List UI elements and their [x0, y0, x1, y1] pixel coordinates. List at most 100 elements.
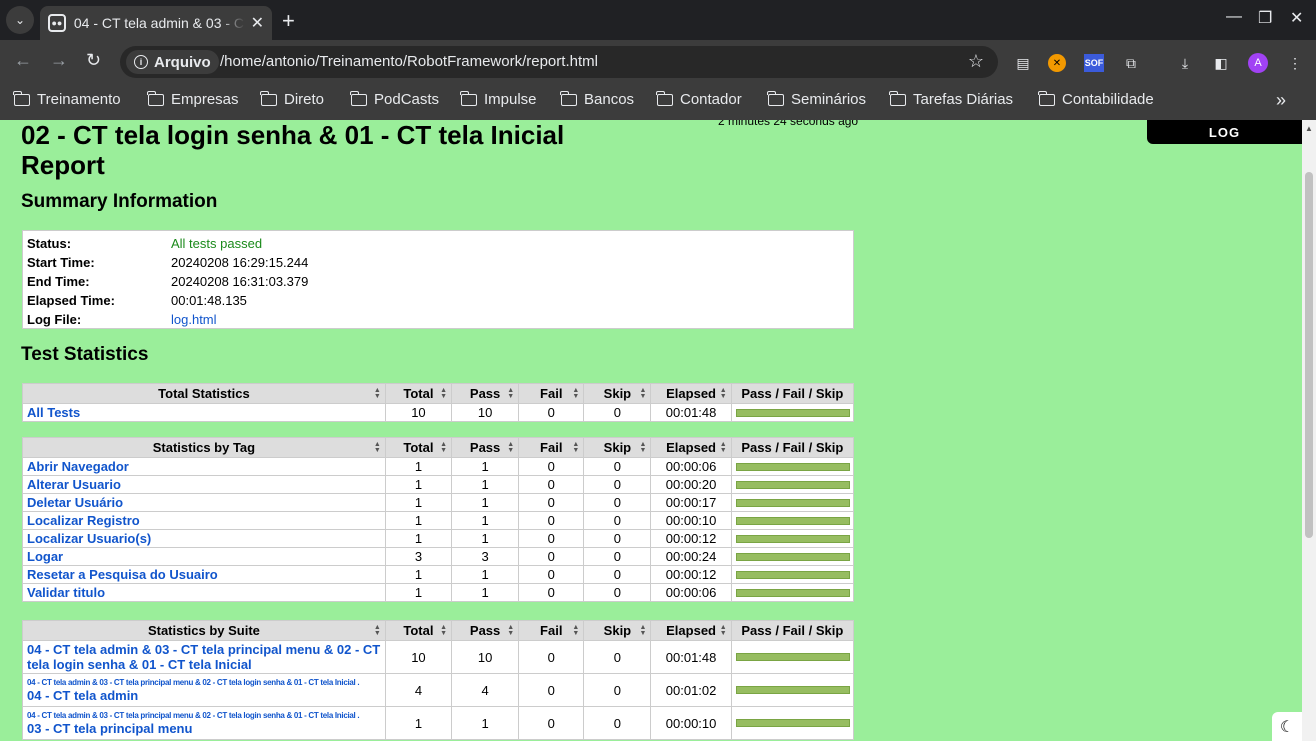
back-icon[interactable]: ← [14, 50, 32, 71]
parent-suite-link[interactable]: 04 - CT tela admin & 03 - CT tela princi… [27, 678, 381, 688]
pass-cell: 1 [451, 475, 520, 494]
close-tab-icon[interactable]: ✕ [251, 13, 264, 33]
start-time-value: 20240208 16:29:15.244 [171, 255, 309, 270]
bookmark-star-icon[interactable]: ☆ [968, 51, 984, 72]
menu-kebab-icon[interactable]: ⋮ [1284, 52, 1306, 74]
pass-bar [735, 719, 850, 727]
bookmark-folder[interactable]: Direto [260, 90, 324, 108]
pass-bar [735, 480, 850, 489]
bookmark-folder[interactable]: Seminários [767, 90, 866, 108]
column-header[interactable]: Pass ▲ ▼ [451, 383, 520, 404]
column-header[interactable]: Fail ▲ ▼ [518, 383, 585, 404]
window-close-icon[interactable]: ✕ [1290, 8, 1303, 28]
column-header-name[interactable]: Total Statistics ▲ ▼ [22, 383, 386, 404]
column-header-name[interactable]: Statistics by Suite ▲ ▼ [22, 620, 386, 641]
header-label: Total Statistics [158, 386, 250, 401]
row-name-link[interactable]: Validar titulo [27, 585, 105, 600]
bookmark-folder[interactable]: Contabilidade [1038, 90, 1154, 108]
column-header[interactable]: Skip ▲ ▼ [583, 437, 652, 458]
bookmark-folder[interactable]: Contador [656, 90, 742, 108]
row-name-cell: 04 - CT tela admin & 03 - CT tela princi… [22, 640, 386, 674]
bookmark-folder[interactable]: Impulse [460, 90, 537, 108]
side-panel-icon[interactable]: ◧ [1210, 52, 1232, 74]
restore-icon[interactable]: ❐ [1258, 8, 1272, 28]
profile-avatar[interactable]: A [1248, 53, 1268, 73]
column-header[interactable]: Fail ▲ ▼ [518, 437, 585, 458]
row-name-link[interactable]: Localizar Usuario(s) [27, 531, 151, 546]
more-bookmarks-icon[interactable]: » [1276, 90, 1286, 111]
sort-icon: ▲ ▼ [572, 624, 580, 637]
column-header[interactable]: Total ▲ ▼ [384, 620, 453, 641]
translate-extension-icon[interactable]: ✕ [1048, 54, 1066, 72]
row-name-link[interactable]: Logar [27, 549, 63, 564]
column-header[interactable]: Pass ▲ ▼ [451, 620, 520, 641]
summary-key: End Time: [27, 274, 90, 289]
column-header[interactable]: Total ▲ ▼ [384, 437, 453, 458]
graph-cell [730, 673, 855, 707]
graph-cell [730, 565, 855, 584]
bookmark-folder[interactable]: Bancos [560, 90, 634, 108]
page-scrollbar[interactable]: ▲ [1302, 120, 1316, 741]
bookmark-folder[interactable]: Treinamento [13, 90, 121, 108]
column-header[interactable]: Elapsed ▲ ▼ [650, 383, 732, 404]
fail-cell: 0 [518, 457, 585, 476]
column-header[interactable]: Fail ▲ ▼ [518, 620, 585, 641]
row-name-link[interactable]: 04 - CT tela admin & 03 - CT tela princi… [27, 642, 380, 672]
column-header[interactable]: Skip ▲ ▼ [583, 620, 652, 641]
sort-icon: ▲ ▼ [572, 387, 580, 400]
row-name-link[interactable]: 04 - CT tela admin [27, 688, 138, 703]
new-tab-button[interactable]: + [282, 8, 295, 34]
bookmark-label: Contabilidade [1062, 91, 1154, 108]
bookmark-folder[interactable]: Tarefas Diárias [889, 90, 1013, 108]
row-name-link[interactable]: 03 - CT tela principal menu [27, 721, 192, 736]
column-header-name[interactable]: Statistics by Tag ▲ ▼ [22, 437, 386, 458]
column-header[interactable]: Skip ▲ ▼ [583, 383, 652, 404]
row-name-link[interactable]: Resetar a Pesquisa do Usuairo [27, 567, 218, 582]
log-button[interactable]: LOG [1147, 120, 1302, 144]
sof-extension-icon[interactable]: SOF [1084, 54, 1104, 72]
row-name-cell: Localizar Registro [22, 511, 386, 530]
skip-cell: 0 [583, 511, 652, 530]
row-name-link[interactable]: Alterar Usuario [27, 477, 121, 492]
forward-icon[interactable]: → [50, 50, 68, 71]
minimize-icon[interactable]: — [1226, 8, 1242, 26]
column-header[interactable]: Elapsed ▲ ▼ [650, 620, 732, 641]
row-name-link[interactable]: Deletar Usuário [27, 495, 123, 510]
row-name-link[interactable]: All Tests [27, 405, 80, 420]
sort-icon: ▲ ▼ [639, 387, 647, 400]
column-header: Pass / Fail / Skip [730, 437, 855, 458]
url-text[interactable]: /home/antonio/Treinamento/RobotFramework… [220, 53, 598, 70]
column-header[interactable]: Elapsed ▲ ▼ [650, 437, 732, 458]
tab-search-button[interactable]: ⌄ [6, 6, 34, 34]
pass-cell: 3 [451, 547, 520, 566]
extensions-puzzle-icon[interactable]: ⧉ [1120, 52, 1142, 74]
column-header[interactable]: Pass ▲ ▼ [451, 437, 520, 458]
header-label: Skip [603, 440, 632, 455]
reload-icon[interactable]: ↻ [86, 50, 101, 71]
table-row: Resetar a Pesquisa do Usuairo 1 1 0 0 00:00:1… [22, 565, 855, 584]
pdf-extension-icon[interactable]: ▤ [1012, 52, 1034, 74]
summary-key: Elapsed Time: [27, 293, 115, 308]
total-cell: 1 [384, 529, 453, 548]
sort-icon: ▲ ▼ [719, 441, 727, 454]
downloads-icon[interactable]: ⤓ [1174, 52, 1196, 74]
scroll-up-icon[interactable]: ▲ [1305, 124, 1313, 133]
chevron-down-icon: ⌄ [14, 13, 26, 27]
header-label: Total [403, 623, 434, 638]
site-info-chip[interactable]: i Arquivo [126, 50, 219, 74]
row-name-cell: 04 - CT tela admin & 03 - CT tela princi… [22, 673, 386, 707]
log-file-link[interactable]: log.html [171, 312, 217, 327]
bookmark-folder[interactable]: Empresas [147, 90, 239, 108]
row-name-link[interactable]: Localizar Registro [27, 513, 140, 528]
graph-cell [730, 529, 855, 548]
bookmark-folder[interactable]: PodCasts [350, 90, 439, 108]
parent-suite-link[interactable]: 04 - CT tela admin & 03 - CT tela princi… [27, 711, 381, 721]
active-tab[interactable]: ●● 04 - CT tela admin & 03 - CT tela pri… [40, 6, 272, 40]
scrollbar-thumb[interactable] [1305, 172, 1313, 538]
column-header: Pass / Fail / Skip [730, 383, 855, 404]
column-header[interactable]: Total ▲ ▼ [384, 383, 453, 404]
address-bar[interactable]: i Arquivo /home/antonio/Treinamento/Robo… [120, 46, 998, 78]
theme-toggle-icon[interactable]: ☾ [1272, 712, 1302, 741]
row-name-link[interactable]: Abrir Navegador [27, 459, 129, 474]
total-cell: 1 [384, 493, 453, 512]
